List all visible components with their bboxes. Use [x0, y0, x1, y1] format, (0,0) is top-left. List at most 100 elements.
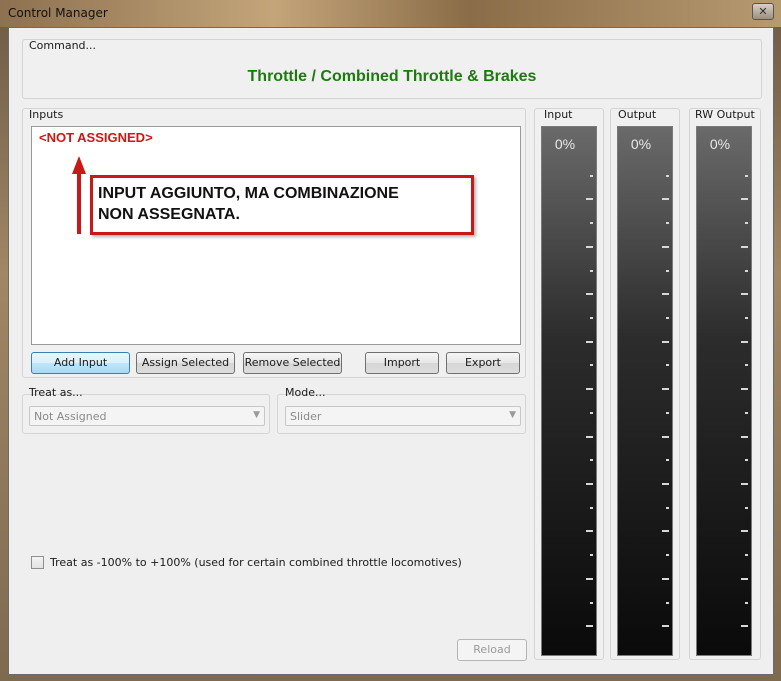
annotation-line-1: INPUT AGGIUNTO, MA COMBINAZIONE: [98, 185, 399, 202]
meter-tick: [662, 198, 669, 201]
meter-tick: [586, 483, 593, 485]
chevron-down-icon: ▼: [253, 410, 260, 420]
inputs-list[interactable]: <NOT ASSIGNED>: [31, 126, 521, 345]
rw-output-meter-label: RW Output: [695, 108, 755, 121]
meter-tick: [590, 554, 593, 557]
meter-tick: [741, 625, 748, 628]
annotation-line-2: NON ASSEGNATA.: [98, 206, 240, 223]
meter-tick: [741, 245, 748, 248]
meter-tick: [666, 554, 669, 557]
treat-as-value: Not Assigned: [34, 410, 107, 423]
meter-tick: [586, 340, 593, 343]
meter-tick: [741, 340, 748, 343]
meter-tick: [586, 435, 593, 438]
command-group-label: Command...: [29, 39, 97, 52]
meter-tick: [590, 222, 593, 225]
meter-tick: [586, 625, 593, 628]
treat-as-range-checkbox[interactable]: [31, 556, 44, 569]
meter-tick: [590, 506, 593, 509]
meter-tick: [590, 459, 593, 462]
list-item[interactable]: <NOT ASSIGNED>: [39, 130, 153, 145]
meter-tick: [586, 388, 593, 391]
meter-tick: [666, 317, 669, 319]
remove-selected-button[interactable]: Remove Selected: [243, 352, 342, 374]
meter-tick: [662, 340, 669, 343]
meter-tick: [666, 174, 669, 177]
meter-tick: [662, 435, 669, 438]
meter-tick: [745, 269, 748, 272]
treat-as-select[interactable]: Not Assigned ▼: [29, 406, 265, 426]
output-meter-value: 0%: [630, 136, 652, 152]
assign-selected-button[interactable]: Assign Selected: [136, 352, 235, 374]
window-title: Control Manager: [8, 6, 108, 20]
input-meter-label: Input: [544, 108, 573, 121]
export-button[interactable]: Export: [446, 352, 520, 374]
meter-tick: [662, 577, 669, 580]
meter-tick: [662, 483, 669, 485]
meter-tick: [745, 601, 748, 604]
meter-tick: [666, 269, 669, 272]
meter-tick: [662, 625, 669, 628]
meter-tick: [666, 601, 669, 604]
reload-button[interactable]: Reload: [457, 639, 527, 661]
annotation-arrow: [72, 156, 86, 234]
meter-tick: [741, 198, 748, 201]
mode-select[interactable]: Slider ▼: [285, 406, 521, 426]
output-meter: 0%: [617, 126, 673, 656]
meter-tick: [662, 245, 669, 248]
meter-tick: [666, 222, 669, 225]
mode-label: Mode...: [285, 386, 326, 399]
meter-tick: [741, 577, 748, 580]
meter-tick: [666, 506, 669, 509]
meter-tick: [590, 174, 593, 177]
meter-tick: [662, 530, 669, 533]
close-button[interactable]: ✕: [752, 3, 774, 20]
meter-tick: [586, 198, 593, 201]
meter-tick: [741, 435, 748, 438]
meter-tick: [745, 317, 748, 319]
meter-tick: [590, 269, 593, 272]
meter-tick: [662, 293, 669, 296]
meter-tick: [666, 411, 669, 414]
meter-tick: [745, 174, 748, 177]
meter-tick: [590, 411, 593, 414]
meter-tick: [745, 459, 748, 462]
close-icon: ✕: [758, 5, 768, 18]
mode-value: Slider: [290, 410, 322, 423]
meter-tick: [745, 411, 748, 414]
rw-output-meter-value: 0%: [709, 136, 731, 152]
input-meter-value: 0%: [554, 136, 576, 152]
meter-tick: [666, 364, 669, 367]
meter-tick: [741, 483, 748, 485]
meter-tick: [745, 364, 748, 367]
treat-as-label: Treat as...: [29, 386, 83, 399]
meter-tick: [662, 388, 669, 391]
control-manager-window: Control Manager ✕ Command... Throttle / …: [0, 0, 781, 681]
rw-output-meter: 0%: [696, 126, 752, 656]
meter-tick: [590, 601, 593, 604]
title-bar[interactable]: Control Manager ✕: [0, 0, 781, 27]
treat-as-range-label: Treat as -100% to +100% (used for certai…: [50, 556, 462, 569]
meter-tick: [586, 293, 593, 296]
meter-tick: [586, 577, 593, 580]
client-area: Command... Throttle / Combined Throttle …: [8, 27, 774, 675]
command-title: Throttle / Combined Throttle & Brakes: [247, 68, 537, 85]
output-meter-label: Output: [618, 108, 657, 121]
meter-tick: [741, 530, 748, 533]
annotation-callout: INPUT AGGIUNTO, MA COMBINAZIONE NON ASSE…: [90, 175, 474, 235]
add-input-button[interactable]: Add Input: [31, 352, 130, 374]
inputs-group-label: Inputs: [29, 108, 64, 121]
meter-tick: [586, 245, 593, 248]
meter-tick: [745, 506, 748, 509]
import-button[interactable]: Import: [365, 352, 439, 374]
meter-tick: [745, 222, 748, 225]
meter-tick: [586, 530, 593, 533]
meter-tick: [741, 388, 748, 391]
meter-tick: [590, 317, 593, 319]
input-meter: 0%: [541, 126, 597, 656]
meter-tick: [745, 554, 748, 557]
meter-tick: [590, 364, 593, 367]
meter-tick: [666, 459, 669, 462]
chevron-down-icon: ▼: [509, 410, 516, 420]
meter-tick: [741, 293, 748, 296]
